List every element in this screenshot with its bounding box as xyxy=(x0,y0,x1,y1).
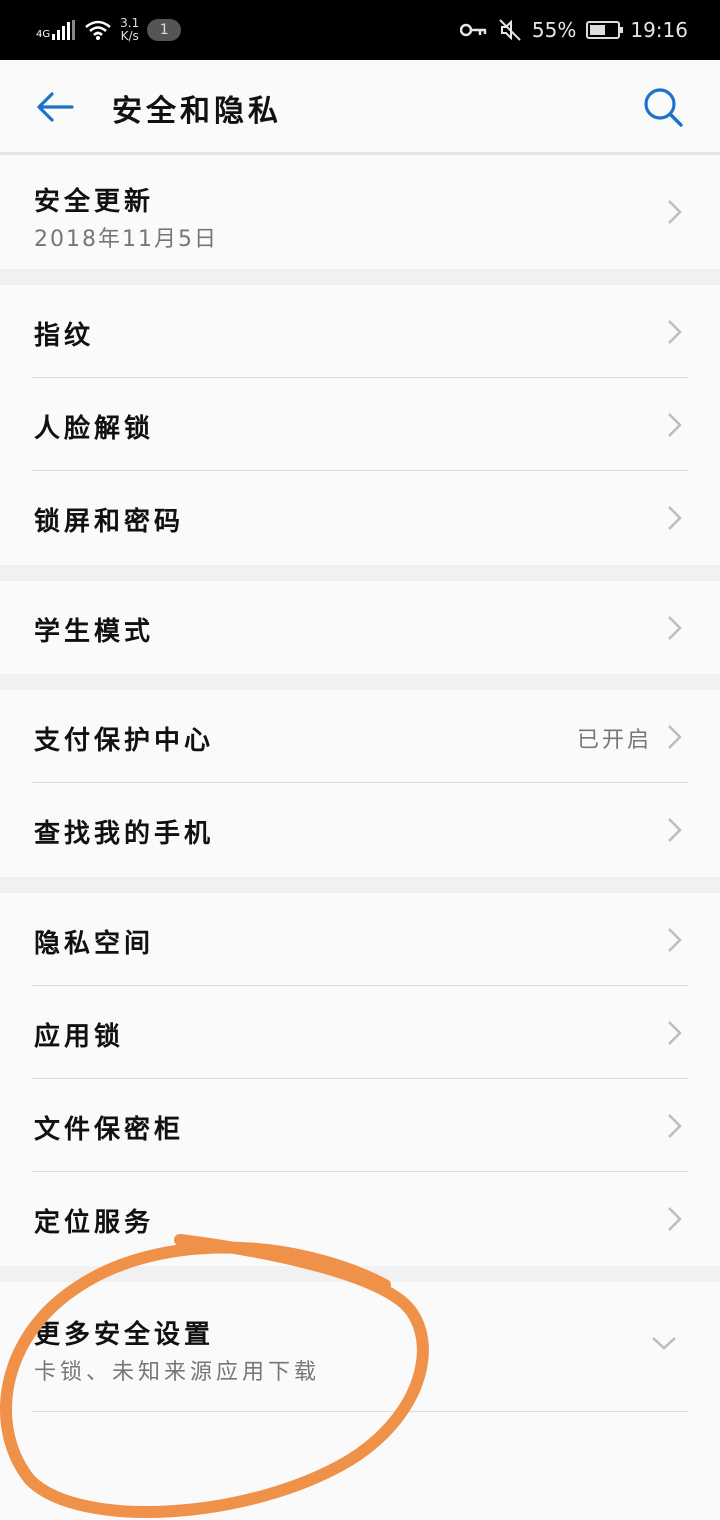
list-item[interactable]: 学生模式 xyxy=(0,581,720,674)
student-mode-label: 学生模式 xyxy=(34,617,155,647)
search-icon[interactable] xyxy=(642,86,684,128)
privacy-group: 隐私空间 应用锁 文件保密柜 定位服务 xyxy=(0,893,720,1266)
security-update-label: 安全更新 xyxy=(34,187,155,217)
notification-badge: 1 xyxy=(147,19,182,41)
divider xyxy=(32,1411,688,1412)
wifi-icon xyxy=(85,20,111,40)
chevron-down-icon xyxy=(652,1337,676,1350)
list-item[interactable]: 锁屏和密码 xyxy=(0,471,720,564)
network-indicator: 4G xyxy=(36,20,76,40)
biometric-group: 指纹 人脸解锁 锁屏和密码 xyxy=(0,285,720,565)
list-item[interactable]: 人脸解锁 xyxy=(0,378,720,471)
clock: 19:16 xyxy=(630,18,688,42)
list-item[interactable]: 支付保护中心 已开启 xyxy=(0,690,720,783)
cell-signal-icon xyxy=(52,20,76,40)
payment-protection-label: 支付保护中心 xyxy=(34,726,215,756)
lockscreen-password-label: 锁屏和密码 xyxy=(34,507,185,537)
more-security-settings-row[interactable]: 更多安全设置 卡锁、未知来源应用下载 xyxy=(0,1282,720,1412)
app-lock-label: 应用锁 xyxy=(34,1022,125,1052)
back-arrow-icon[interactable] xyxy=(34,86,76,128)
chevron-right-icon xyxy=(668,320,682,344)
location-services-label: 定位服务 xyxy=(34,1208,155,1238)
list-item[interactable]: 应用锁 xyxy=(0,986,720,1079)
payment-group: 支付保护中心 已开启 查找我的手机 xyxy=(0,690,720,877)
chevron-right-icon xyxy=(668,818,682,842)
page-title: 安全和隐私 xyxy=(112,94,282,129)
chevron-right-icon xyxy=(668,200,682,224)
list-item[interactable]: 隐私空间 xyxy=(0,893,720,986)
status-bar: 4G 3.1 K/s 1 55% 19:16 xyxy=(0,0,720,60)
network-type: 4G xyxy=(36,29,51,40)
battery-percent: 55% xyxy=(531,18,577,42)
private-space-label: 隐私空间 xyxy=(34,929,155,959)
chevron-right-icon xyxy=(668,506,682,530)
chevron-right-icon xyxy=(668,1114,682,1138)
speed-unit: K/s xyxy=(120,29,139,43)
list-item[interactable]: 指纹 xyxy=(0,285,720,378)
battery-fill xyxy=(590,25,605,35)
face-unlock-label: 人脸解锁 xyxy=(34,414,155,444)
chevron-right-icon xyxy=(668,928,682,952)
list-item[interactable]: 文件保密柜 xyxy=(0,1079,720,1172)
app-header: 安全和隐私 xyxy=(0,60,720,155)
key-icon xyxy=(459,23,487,37)
more-security-settings-label: 更多安全设置 xyxy=(34,1320,215,1350)
chevron-right-icon xyxy=(668,1021,682,1045)
student-mode-group: 学生模式 xyxy=(0,581,720,674)
chevron-right-icon xyxy=(668,616,682,640)
more-settings-group: 更多安全设置 卡锁、未知来源应用下载 xyxy=(0,1282,720,1520)
chevron-right-icon xyxy=(668,413,682,437)
more-security-settings-subtitle: 卡锁、未知来源应用下载 xyxy=(34,1360,321,1385)
find-my-phone-label: 查找我的手机 xyxy=(34,819,215,849)
battery-icon xyxy=(586,21,624,39)
list-item[interactable]: 定位服务 xyxy=(0,1172,720,1265)
security-update-group: 安全更新 2018年11月5日 xyxy=(0,155,720,269)
network-speed: 3.1 K/s xyxy=(120,17,139,43)
file-safe-label: 文件保密柜 xyxy=(34,1115,185,1145)
mute-icon xyxy=(499,19,521,41)
list-item[interactable]: 查找我的手机 xyxy=(0,783,720,876)
payment-protection-status: 已开启 xyxy=(576,728,652,753)
chevron-right-icon xyxy=(668,1207,682,1231)
fingerprint-label: 指纹 xyxy=(34,321,95,351)
security-update-row[interactable]: 安全更新 2018年11月5日 xyxy=(0,155,720,269)
security-update-date: 2018年11月5日 xyxy=(34,227,218,252)
chevron-right-icon xyxy=(668,725,682,749)
